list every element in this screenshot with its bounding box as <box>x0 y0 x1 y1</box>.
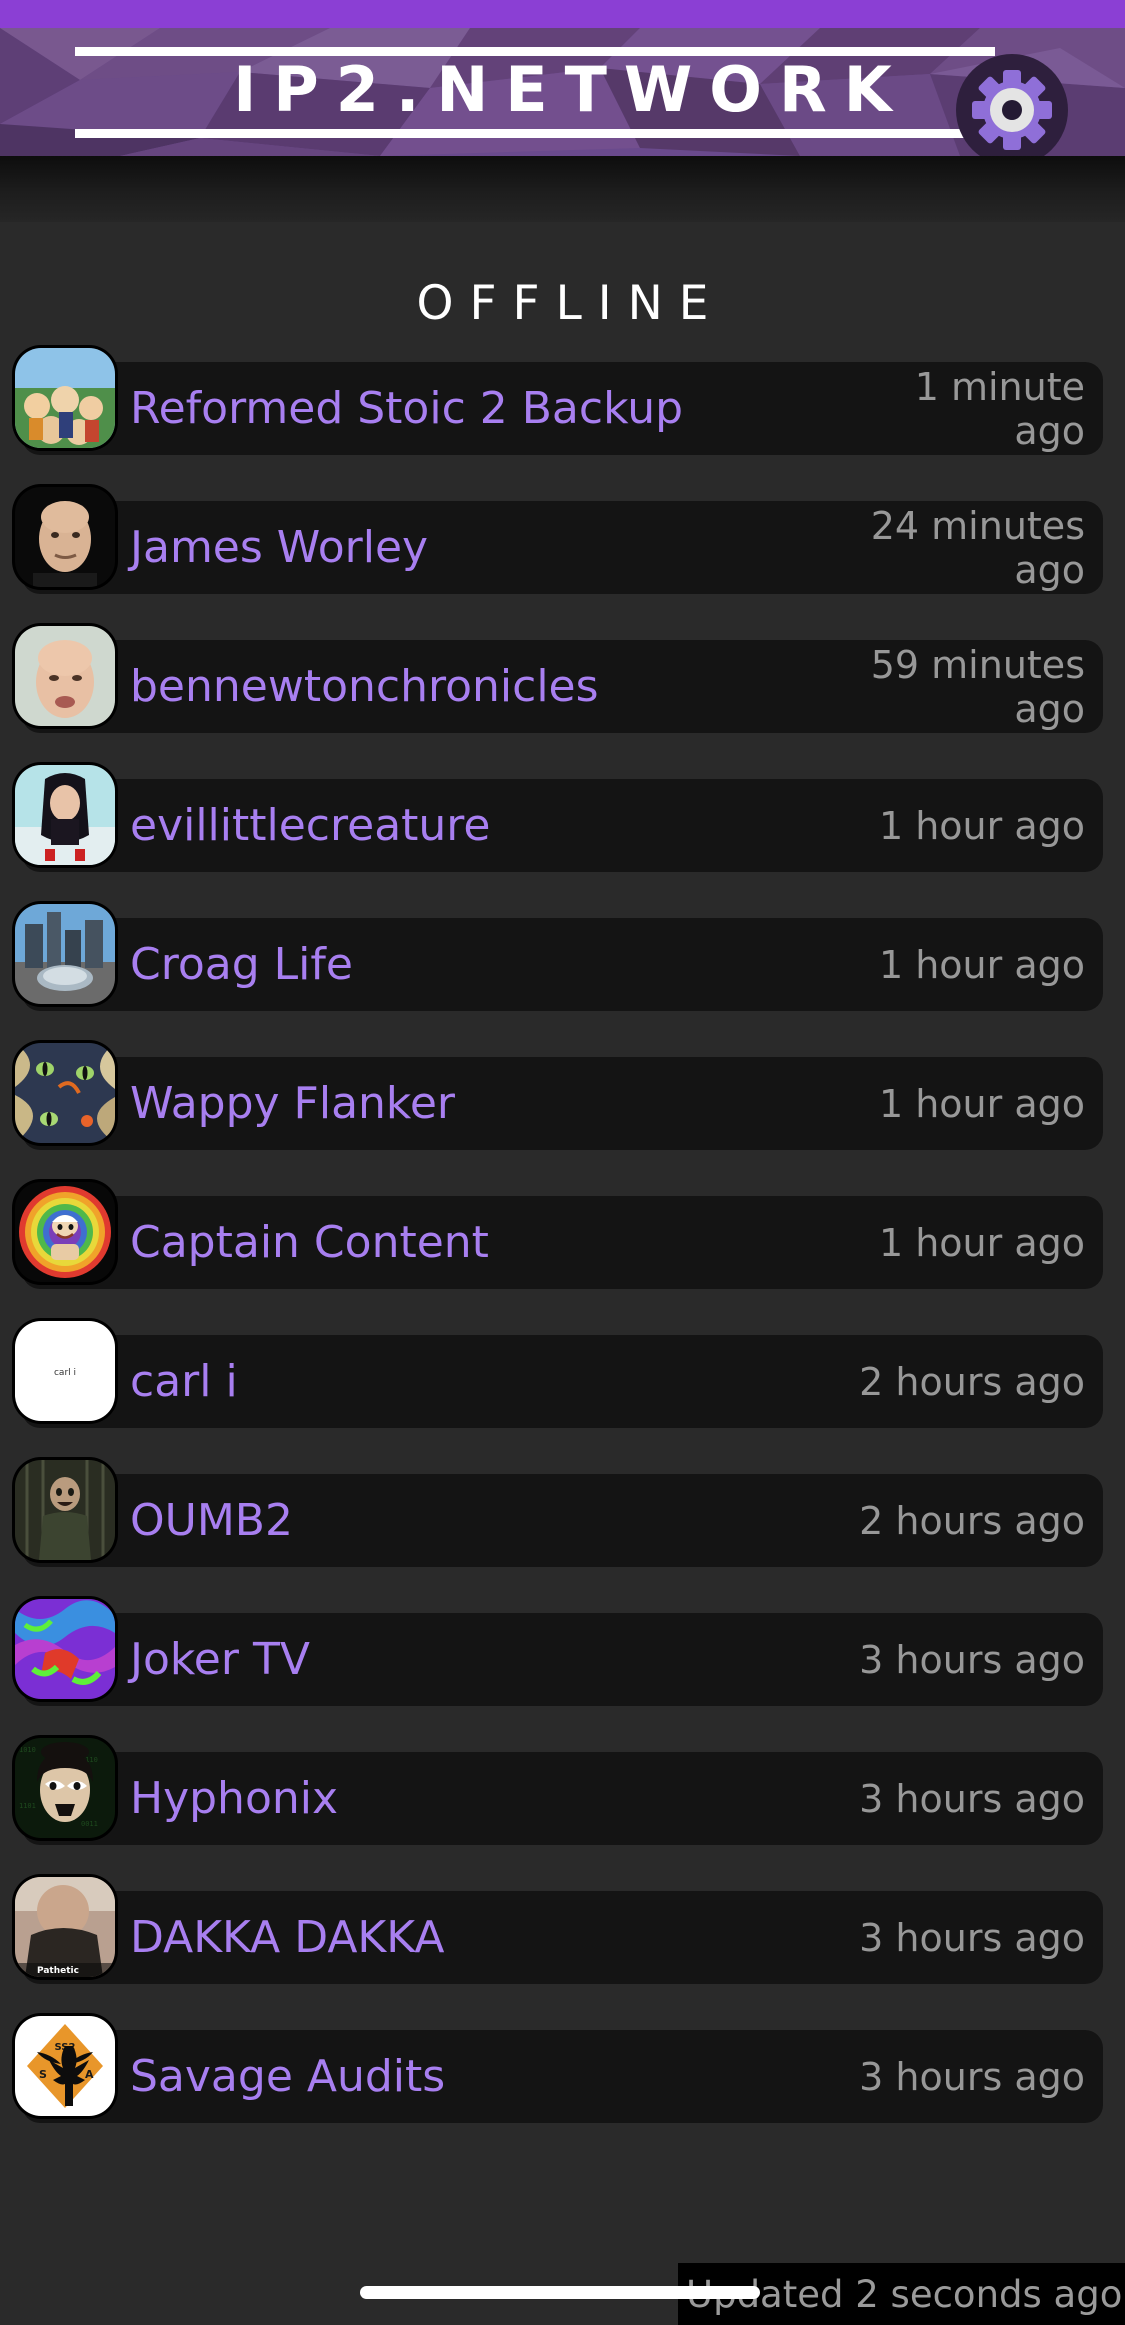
list-item[interactable]: bennewtonchronicles 59 minutes ago <box>0 626 1125 733</box>
stream-name: Wappy Flanker <box>130 1078 455 1129</box>
stream-name: carl i <box>130 1356 238 1407</box>
svg-text:Pathetic: Pathetic <box>37 1966 79 1976</box>
avatar <box>15 904 115 1004</box>
list-item[interactable]: 1010 0110 1101 0011 Hyphonix 3 hours ago <box>0 1738 1125 1845</box>
top-shadow <box>0 156 1125 222</box>
banner-rule-bottom <box>75 129 995 138</box>
list-item[interactable]: evillittlecreature 1 hour ago <box>0 765 1125 872</box>
last-seen-timestamp: 1 hour ago <box>878 1081 1085 1126</box>
last-seen-timestamp: 24 minutes ago <box>870 503 1085 592</box>
list-item[interactable]: Reformed Stoic 2 Backup 1 minute ago <box>0 348 1125 455</box>
svg-text:0011: 0011 <box>81 1820 98 1828</box>
avatar <box>15 1043 115 1143</box>
avatar-image-city-skyline <box>15 904 115 1004</box>
avatar-image-dark-soldier <box>15 1460 115 1560</box>
app-header-banner: IP2.NETWORK <box>0 28 1125 156</box>
app-root: IP2.NETWORK OFFLINE Reformed Stoic 2 Bac… <box>0 0 1125 2325</box>
svg-text:A: A <box>85 2068 94 2081</box>
list-item[interactable]: Croag Life 1 hour ago <box>0 904 1125 1011</box>
avatar-image-man-pathetic-caption: Pathetic <box>15 1877 115 1977</box>
avatar-image-cartoon-angry-face: 1010011011010011 <box>15 1738 115 1838</box>
last-seen-timestamp: 3 hours ago <box>859 2054 1085 2099</box>
list-item[interactable]: carl i carl i 2 hours ago <box>0 1321 1125 1428</box>
stream-name: Hyphonix <box>130 1773 339 1824</box>
svg-text:1010: 1010 <box>19 1746 36 1754</box>
last-seen-timestamp: 59 minutes ago <box>870 642 1085 731</box>
list-item[interactable]: Joker TV 3 hours ago <box>0 1599 1125 1706</box>
last-seen-timestamp: 3 hours ago <box>859 1915 1085 1960</box>
avatar-image-woman-dark-hair <box>15 765 115 865</box>
offline-stream-list[interactable]: Reformed Stoic 2 Backup 1 minute ago James… <box>0 348 1125 2169</box>
avatar <box>15 1599 115 1699</box>
avatar <box>15 348 115 448</box>
settings-button[interactable] <box>956 54 1068 156</box>
last-seen-timestamp: 2 hours ago <box>859 1498 1085 1543</box>
stream-name: bennewtonchronicles <box>130 661 599 712</box>
stream-name: Joker TV <box>130 1634 310 1685</box>
avatar-image-white-carl-i-text: carl i <box>15 1321 115 1421</box>
avatar-image-abstract-cat-eyes <box>15 1043 115 1143</box>
stream-name: Captain Content <box>130 1217 489 1268</box>
scroll-indicator[interactable] <box>360 2286 760 2299</box>
list-item[interactable]: James Worley 24 minutes ago <box>0 487 1125 594</box>
avatar-image-man-face-light <box>15 626 115 726</box>
avatar: SS2SA <box>15 2016 115 2116</box>
stream-name: evillittlecreature <box>130 800 491 851</box>
stream-name: Savage Audits <box>130 2051 446 2102</box>
last-seen-timestamp: 1 hour ago <box>878 1220 1085 1265</box>
last-seen-timestamp: 1 hour ago <box>878 942 1085 987</box>
avatar <box>15 1460 115 1560</box>
avatar-image-orange-eagle-badge: SS2SA <box>15 2016 115 2116</box>
list-item[interactable]: OUMB2 2 hours ago <box>0 1460 1125 1567</box>
last-seen-timestamp: 1 hour ago <box>878 803 1085 848</box>
last-seen-timestamp: 3 hours ago <box>859 1637 1085 1682</box>
avatar <box>15 765 115 865</box>
avatar <box>15 1182 115 1282</box>
avatar-image-rainbow-captain-logo <box>15 1182 115 1282</box>
stream-name: Reformed Stoic 2 Backup <box>130 383 684 434</box>
list-item[interactable]: Pathetic DAKKA DAKKA 3 hours ago <box>0 1877 1125 1984</box>
stream-name: Croag Life <box>130 939 353 990</box>
stream-name: OUMB2 <box>130 1495 293 1546</box>
last-seen-timestamp: 1 minute ago <box>914 364 1085 453</box>
stream-name: DAKKA DAKKA <box>130 1912 445 1963</box>
status-bar <box>0 0 1125 28</box>
section-heading-offline: OFFLINE <box>416 276 725 331</box>
svg-text:S: S <box>39 2068 47 2081</box>
svg-text:1101: 1101 <box>19 1802 36 1810</box>
stream-name: James Worley <box>130 522 429 573</box>
last-seen-timestamp: 2 hours ago <box>859 1359 1085 1404</box>
avatar-image-neon-psychedelic <box>15 1599 115 1699</box>
last-seen-timestamp: 3 hours ago <box>859 1776 1085 1821</box>
list-item[interactable]: Captain Content 1 hour ago <box>0 1182 1125 1289</box>
list-item[interactable]: Wappy Flanker 1 hour ago <box>0 1043 1125 1150</box>
svg-text:carl i: carl i <box>54 1368 76 1378</box>
list-item[interactable]: SS2SASavage Audits3 hours ago <box>0 2016 1125 2123</box>
avatar-image-bald-man-portrait <box>15 487 115 587</box>
avatar-image-dragonball-group <box>15 348 115 448</box>
avatar: Pathetic <box>15 1877 115 1977</box>
avatar: carl i <box>15 1321 115 1421</box>
avatar: 1010 0110 1101 0011 <box>15 1738 115 1838</box>
avatar <box>15 626 115 726</box>
gear-icon <box>972 70 1052 150</box>
avatar <box>15 487 115 587</box>
